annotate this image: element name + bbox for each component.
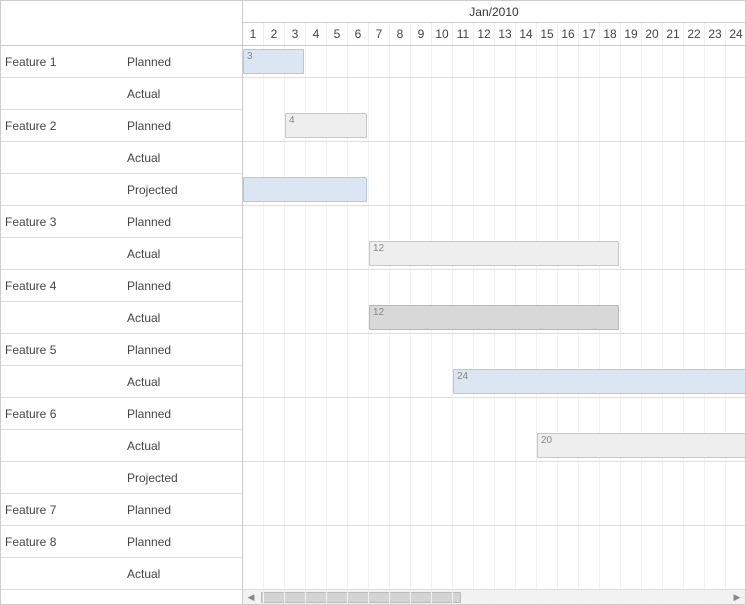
day-header-cell: 6 [348,23,369,45]
day-header-cell: 7 [369,23,390,45]
timeline-row: 12 [243,238,745,270]
feature-label: Feature 6 [1,407,123,421]
gantt-bar-projected[interactable]: 12 [369,305,619,330]
timeline-row: 20 [243,430,745,462]
header-timeline: Jan/2010 1234567891011121314151617181920… [243,1,745,45]
label-row: Feature 6Planned [1,398,242,430]
track-type-label: Actual [123,375,242,389]
day-header-cell: 1 [243,23,264,45]
feature-label: Feature 5 [1,343,123,357]
day-header-cell: 11 [453,23,474,45]
label-row: Actual [1,238,242,270]
day-header-cell: 5 [327,23,348,45]
label-row: Actual [1,366,242,398]
label-row: Feature 2Planned [1,110,242,142]
feature-label: Feature 8 [1,535,123,549]
day-header-cell: 4 [306,23,327,45]
day-header-cell: 12 [474,23,495,45]
day-header-cell: 20 [642,23,663,45]
gantt-bar-planned[interactable]: 3 [243,49,304,74]
month-label: Jan/2010 [243,1,745,23]
track-type-label: Planned [123,503,242,517]
track-type-label: Actual [123,439,242,453]
timeline-row [243,494,745,526]
track-type-label: Planned [123,343,242,357]
track-type-label: Actual [123,87,242,101]
gantt-bar-actual[interactable]: 4 [285,113,367,138]
label-row: Actual [1,558,242,590]
track-type-label: Planned [123,119,242,133]
gantt-bar-actual[interactable]: 20 [537,433,745,458]
timeline-row [243,174,745,206]
track-type-label: Planned [123,215,242,229]
track-type-label: Actual [123,567,242,581]
timeline-row: 3 [243,46,745,78]
gantt-header: Jan/2010 1234567891011121314151617181920… [1,1,745,46]
day-header-cell: 19 [621,23,642,45]
feature-label: Feature 4 [1,279,123,293]
label-row: Feature 1Planned [1,46,242,78]
day-header-cell: 22 [684,23,705,45]
timeline-row [243,558,745,590]
label-row: Feature 5Planned [1,334,242,366]
gantt-bar-planned[interactable]: 24 [453,369,745,394]
header-left-blank [1,1,243,45]
day-header-cell: 18 [600,23,621,45]
label-row: Projected [1,462,242,494]
timeline-row: 4 [243,110,745,142]
feature-label: Feature 7 [1,503,123,517]
day-header-cell: 9 [411,23,432,45]
track-type-label: Planned [123,407,242,421]
timeline-row: 12 [243,302,745,334]
gantt-bar-actual[interactable]: 12 [369,241,619,266]
gantt-bar-label: 12 [373,307,384,318]
label-row: Actual [1,430,242,462]
track-type-label: Actual [123,151,242,165]
gantt-bar-label: 12 [373,243,384,254]
gantt-bar-label: 24 [457,371,468,382]
gantt-bar-planned[interactable] [243,177,367,202]
day-header-cell: 8 [390,23,411,45]
timeline-row: 24 [243,366,745,398]
track-type-label: Planned [123,535,242,549]
days-row: 123456789101112131415161718192021222324 [243,23,745,45]
timeline-pane[interactable]: ◀ ▶ 341212242016121524 [243,46,745,604]
day-header-cell: 24 [726,23,745,45]
gantt-bar-label: 3 [247,51,253,62]
feature-label: Feature 3 [1,215,123,229]
label-row: Feature 3Planned [1,206,242,238]
day-header-cell: 10 [432,23,453,45]
track-type-label: Planned [123,55,242,69]
label-row: Actual [1,302,242,334]
feature-label: Feature 2 [1,119,123,133]
feature-label: Feature 1 [1,55,123,69]
label-row: Projected [1,174,242,206]
gantt-bar-label: 20 [541,435,552,446]
track-type-label: Projected [123,471,242,485]
track-type-label: Projected [123,183,242,197]
day-header-cell: 17 [579,23,600,45]
track-type-label: Actual [123,311,242,325]
label-row: Feature 7Planned [1,494,242,526]
gantt-body: Feature 1PlannedActualFeature 2PlannedAc… [1,46,745,604]
track-type-label: Planned [123,279,242,293]
label-row: Feature 8Planned [1,526,242,558]
gantt-bar-label: 4 [289,115,295,126]
day-header-cell: 15 [537,23,558,45]
gantt-chart: Jan/2010 1234567891011121314151617181920… [0,0,746,605]
track-type-label: Actual [123,247,242,261]
day-header-cell: 16 [558,23,579,45]
day-header-cell: 2 [264,23,285,45]
day-header-cell: 21 [663,23,684,45]
day-header-cell: 23 [705,23,726,45]
day-header-cell: 13 [495,23,516,45]
label-row: Actual [1,78,242,110]
row-labels-pane: Feature 1PlannedActualFeature 2PlannedAc… [1,46,243,604]
day-header-cell: 3 [285,23,306,45]
label-row: Actual [1,142,242,174]
day-header-cell: 14 [516,23,537,45]
label-row: Feature 4Planned [1,270,242,302]
